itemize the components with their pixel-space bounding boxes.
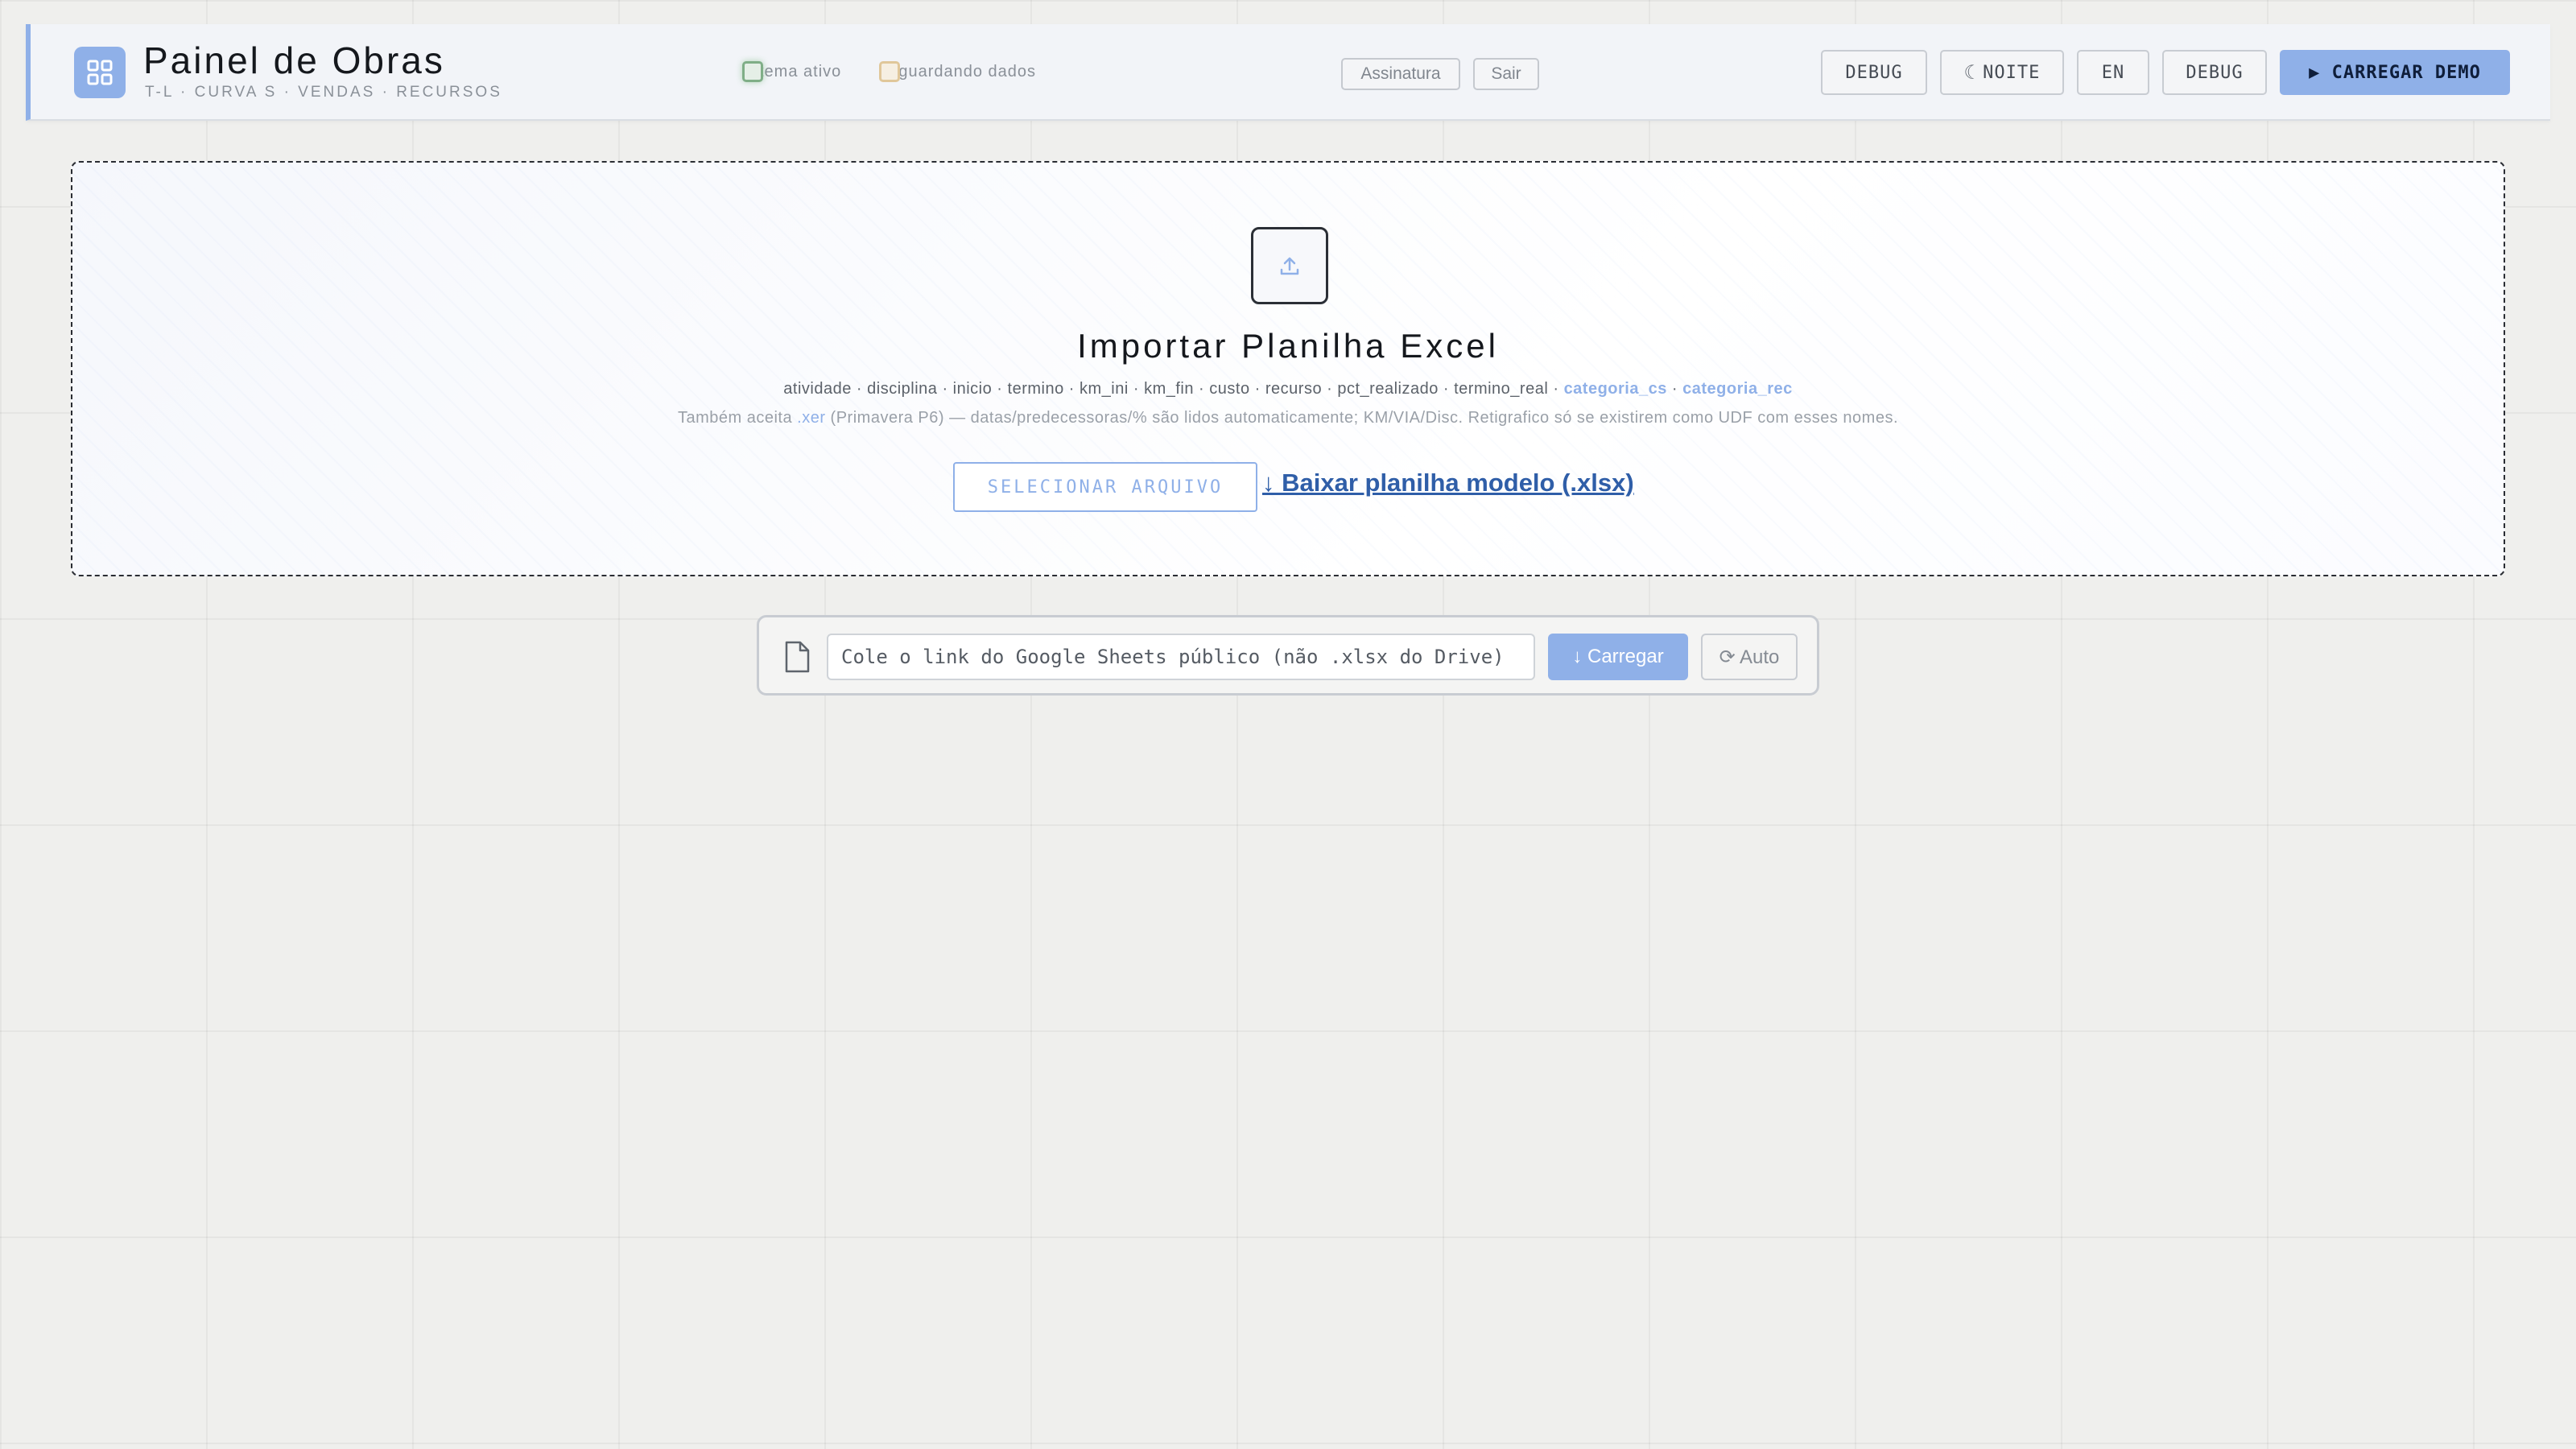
select-file-button[interactable]: SELECIONAR ARQUIVO: [953, 462, 1257, 512]
grid-icon: [74, 47, 126, 98]
night-mode-label: NOITE: [1983, 62, 2041, 83]
debug-button-secondary[interactable]: DEBUG: [2162, 50, 2267, 95]
column-separator: ·: [1194, 380, 1210, 398]
upload-icon[interactable]: [1251, 227, 1328, 304]
download-template-link[interactable]: ↓ Baixar planilha modelo (.xlsx): [1262, 469, 1634, 497]
status-active-dot: [742, 61, 763, 82]
column-name: termino: [1007, 380, 1064, 398]
language-button[interactable]: EN: [2077, 50, 2149, 95]
debug-button[interactable]: DEBUG: [1821, 50, 1927, 95]
app-title: Painel de Obras: [143, 39, 445, 81]
column-name: recurso: [1265, 380, 1323, 398]
column-separator: ·: [851, 380, 868, 398]
column-name: km_fin: [1144, 380, 1194, 398]
import-title: Importar Planilha Excel: [1077, 327, 1499, 365]
status-waiting-indicator: Aguardando dados: [879, 61, 1036, 82]
column-name: disciplina: [867, 380, 938, 398]
status-active-label: stema ativo: [750, 62, 842, 80]
signature-button[interactable]: Assinatura: [1341, 58, 1460, 90]
column-separator: ·: [1438, 380, 1455, 398]
xer-extension: .xer: [797, 409, 826, 427]
app-header: Painel de Obras T-L · CURVA S · VENDAS ·…: [26, 24, 2550, 121]
status-waiting-dot: [879, 61, 900, 82]
load-demo-button[interactable]: ▶ CARREGAR DEMO: [2280, 50, 2510, 95]
google-sheets-bar: ↓ Carregar ⟳ Auto: [757, 615, 1819, 696]
excel-dropzone[interactable]: Importar Planilha Excel atividade · disc…: [71, 161, 2505, 576]
column-separator: ·: [1063, 380, 1080, 398]
xer-note-prefix: Também aceita: [677, 409, 798, 427]
column-separator: ·: [1548, 380, 1564, 398]
night-mode-button[interactable]: ☾ NOITE: [1940, 50, 2064, 95]
column-name: km_ini: [1080, 380, 1129, 398]
logout-button[interactable]: Sair: [1473, 58, 1539, 90]
required-columns: atividade · disciplina · inicio · termin…: [72, 380, 2504, 398]
column-name: inicio: [952, 380, 993, 398]
xer-support-note: Também aceita .xer (Primavera P6) — data…: [72, 409, 2504, 427]
app-subtitle: T-L · CURVA S · VENDAS · RECURSOS: [145, 84, 502, 101]
column-name: pct_realizado: [1337, 380, 1439, 398]
status-waiting-label: Aguardando dados: [887, 62, 1037, 80]
column-separator: ·: [992, 380, 1008, 398]
column-name-optional: categoria_rec: [1682, 380, 1793, 398]
document-icon: [783, 640, 811, 678]
load-sheets-button[interactable]: ↓ Carregar: [1548, 634, 1688, 680]
column-separator: ·: [1128, 380, 1145, 398]
column-separator: ·: [1666, 380, 1683, 398]
column-name: termino_real: [1454, 380, 1549, 398]
xer-note-suffix: (Primavera P6) — datas/predecessoras/% s…: [825, 409, 1899, 427]
column-separator: ·: [937, 380, 953, 398]
auto-refresh-button[interactable]: ⟳ Auto: [1701, 634, 1798, 680]
sheets-url-input[interactable]: [827, 634, 1535, 680]
column-name-optional: categoria_cs: [1563, 380, 1667, 398]
column-separator: ·: [1322, 380, 1338, 398]
status-active-indicator: stema ativo: [742, 61, 841, 82]
column-name: atividade: [783, 380, 852, 398]
moon-icon: ☾: [1963, 61, 1977, 84]
column-separator: ·: [1249, 380, 1265, 398]
column-name: custo: [1209, 380, 1250, 398]
